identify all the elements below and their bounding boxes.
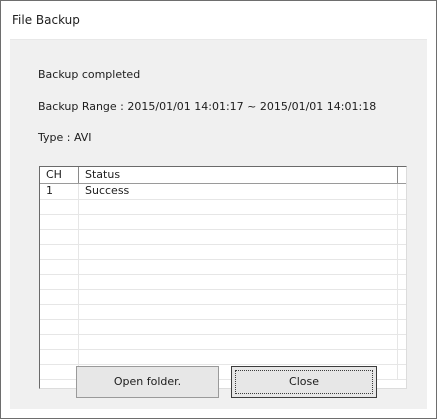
list-header: CH Status <box>40 167 406 184</box>
cell-status <box>79 319 398 334</box>
cell-status <box>79 349 398 364</box>
window-title: File Backup <box>12 13 80 27</box>
table-row[interactable] <box>40 199 406 215</box>
cell-ch <box>40 259 79 274</box>
cell-ch <box>40 349 79 364</box>
table-row[interactable] <box>40 349 406 365</box>
table-row[interactable] <box>40 229 406 245</box>
table-row[interactable] <box>40 274 406 290</box>
backup-status-label: Backup completed <box>38 68 141 81</box>
cell-status <box>79 214 398 229</box>
cell-status <box>79 304 398 319</box>
open-folder-button[interactable]: Open folder. <box>76 366 219 398</box>
cell-ch <box>40 319 79 334</box>
cell-ch <box>40 274 79 289</box>
cell-ch <box>40 199 79 214</box>
column-header-filler <box>398 167 406 183</box>
cell-status <box>79 334 398 349</box>
table-row[interactable]: 1 Success <box>40 184 406 200</box>
table-row[interactable] <box>40 334 406 350</box>
close-button-label: Close <box>289 375 319 388</box>
cell-status <box>79 289 398 304</box>
column-header-status[interactable]: Status <box>79 167 398 183</box>
window-frame-left <box>1 1 10 418</box>
table-row[interactable] <box>40 244 406 260</box>
cell-status <box>79 244 398 259</box>
backup-range-label: Backup Range : 2015/01/01 14:01:17 ~ 201… <box>38 100 377 113</box>
window-frame-bottom <box>1 409 436 418</box>
open-folder-button-label: Open folder. <box>113 375 182 388</box>
cell-status: Success <box>79 184 398 199</box>
cell-ch <box>40 364 79 379</box>
cell-ch: 1 <box>40 184 79 199</box>
cell-ch <box>40 244 79 259</box>
window-frame-right <box>427 1 436 418</box>
table-row[interactable] <box>40 259 406 275</box>
list-rows: 1 Success <box>40 184 406 388</box>
cell-ch <box>40 289 79 304</box>
cell-status <box>79 274 398 289</box>
cell-status <box>79 259 398 274</box>
table-row[interactable] <box>40 304 406 320</box>
cell-ch <box>40 334 79 349</box>
cell-status <box>79 229 398 244</box>
cell-ch <box>40 214 79 229</box>
cell-status <box>79 199 398 214</box>
cell-ch <box>40 229 79 244</box>
channel-status-list[interactable]: CH Status 1 Success <box>39 166 407 389</box>
backup-type-label: Type : AVI <box>38 131 92 144</box>
table-row[interactable] <box>40 214 406 230</box>
cell-ch <box>40 304 79 319</box>
column-header-ch[interactable]: CH <box>40 167 79 183</box>
table-row[interactable] <box>40 289 406 305</box>
title-bar[interactable]: File Backup <box>1 1 436 40</box>
table-row[interactable] <box>40 319 406 335</box>
close-button[interactable]: Close <box>231 366 377 398</box>
